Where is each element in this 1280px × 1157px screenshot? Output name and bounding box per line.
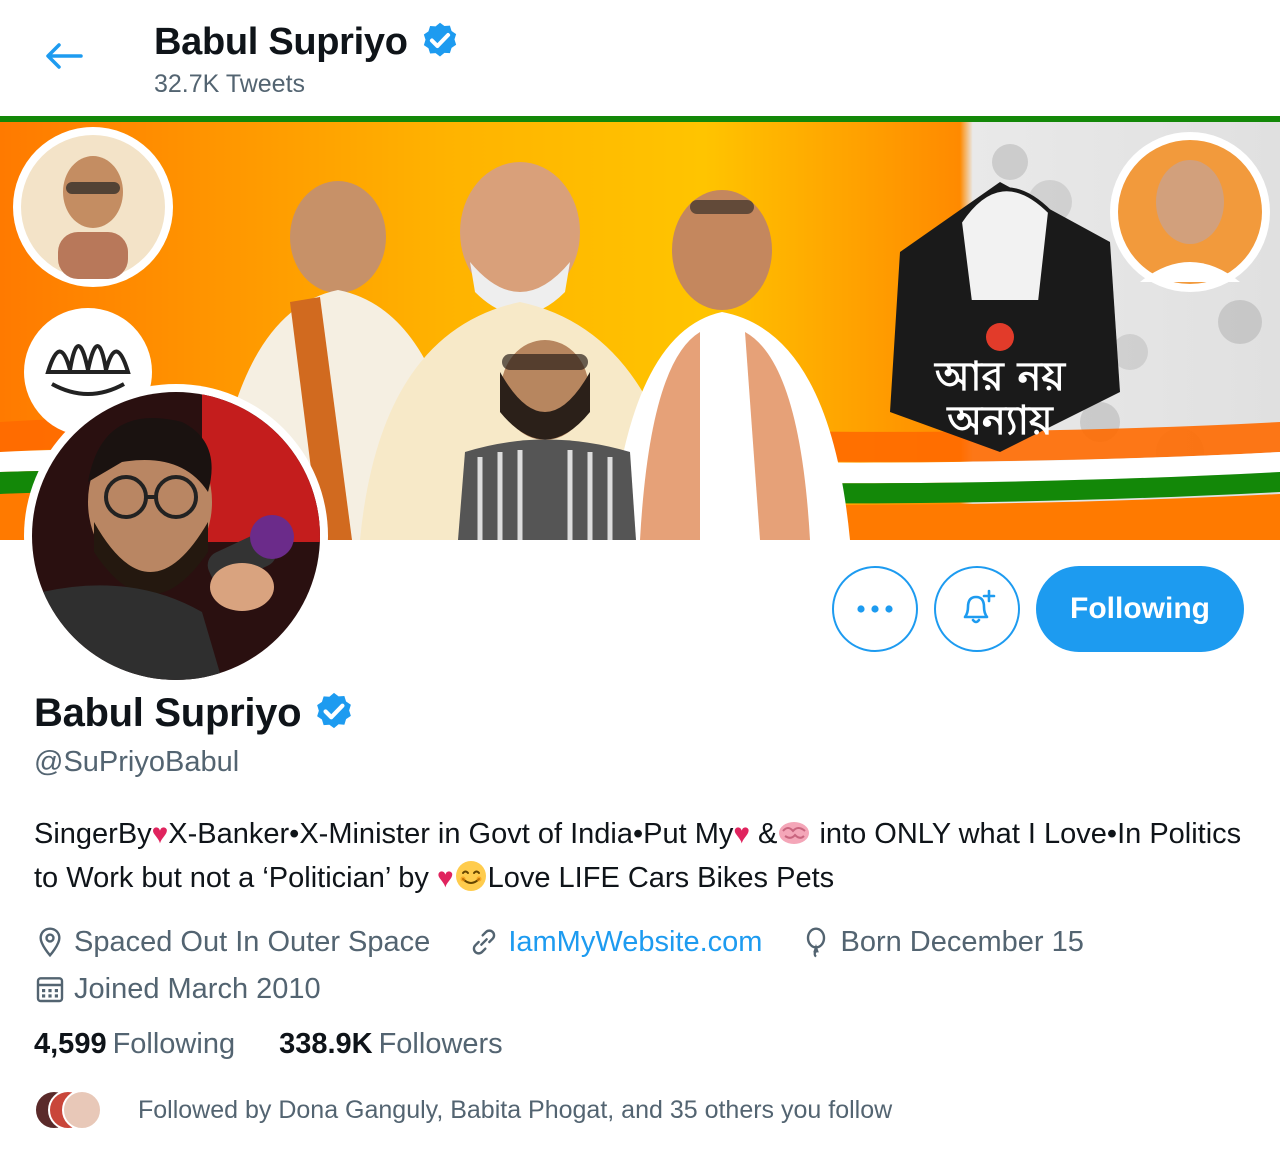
birthday-text: Born December 15 — [840, 926, 1084, 958]
followed-by-row[interactable]: Followed by Dona Ganguly, Babita Phogat,… — [34, 1090, 892, 1130]
profile-meta: Spaced Out In Outer Space IamMyWebsite.c… — [34, 922, 1244, 1009]
balloon-icon — [807, 927, 826, 958]
profile-name-row: Babul Supriyo — [34, 690, 357, 736]
verified-badge-icon — [317, 692, 352, 729]
profile-header: Babul Supriyo 32.7K Tweets — [0, 0, 1280, 116]
follow-counts: 4,599 Following 338.9K Followers — [34, 1028, 503, 1061]
tweet-count: 32.7K Tweets — [154, 70, 306, 98]
more-icon — [857, 605, 893, 613]
header-name-row: Babul Supriyo — [154, 20, 462, 64]
followers-count: 338.9K — [279, 1028, 373, 1060]
heart-icon: ♥ — [436, 862, 454, 893]
verified-badge-icon — [423, 22, 456, 57]
profile-avatar[interactable] — [24, 384, 328, 688]
heart-icon: ♥ — [733, 818, 750, 849]
followers-label: Followers — [378, 1028, 503, 1060]
followed-by-text: Followed by Dona Ganguly, Babita Phogat,… — [138, 1095, 893, 1124]
bio-text: SingerBy — [34, 818, 152, 850]
bio-text: & — [749, 818, 778, 850]
profile-location: Spaced Out In Outer Space — [34, 922, 430, 962]
location-pin-icon — [39, 927, 61, 958]
joined-text: Joined March 2010 — [74, 973, 321, 1005]
bell-plus-icon — [963, 589, 996, 624]
profile-handle: @SuPriyoBabul — [34, 746, 240, 778]
profile-joined: Joined March 2010 — [34, 969, 1214, 1009]
location-text: Spaced Out In Outer Space — [74, 926, 431, 958]
banner-slogan-line1: আর নয় — [933, 354, 1066, 400]
profile-birthday: Born December 15 — [800, 922, 1084, 962]
profile-website: IamMyWebsite.com — [468, 922, 762, 962]
following-count: 4,599 — [34, 1028, 107, 1060]
smiling-face-icon — [455, 861, 486, 891]
brain-icon — [779, 822, 810, 844]
more-button[interactable] — [832, 566, 919, 652]
back-button[interactable] — [38, 36, 88, 76]
avatar — [62, 1090, 102, 1130]
link-icon — [473, 929, 496, 955]
calendar-icon — [36, 977, 64, 1003]
profile-bio: SingerBy♥X-Banker•X-Minister in Govt of … — [34, 812, 1244, 900]
followers-count-link[interactable]: 338.9K Followers — [279, 1028, 503, 1061]
bio-text: Love LIFE Cars Bikes Pets — [487, 862, 835, 894]
heart-icon: ♥ — [151, 818, 169, 849]
avatar-image — [32, 392, 320, 680]
profile-actions: Following — [832, 566, 1244, 652]
following-button[interactable]: Following — [1036, 566, 1244, 652]
followed-by-avatars — [34, 1090, 102, 1130]
bio-text: X-Banker•X-Minister in Govt of India•Put… — [168, 818, 734, 850]
back-arrow-icon — [46, 43, 83, 69]
website-link[interactable]: IamMyWebsite.com — [508, 922, 762, 962]
following-label: Following — [112, 1028, 236, 1060]
notify-button[interactable] — [934, 566, 1021, 652]
banner-slogan-line2: অন্যায় — [945, 398, 1054, 444]
following-count-link[interactable]: 4,599 Following — [34, 1028, 235, 1061]
header-name: Babul Supriyo — [154, 20, 408, 63]
profile-name: Babul Supriyo — [34, 690, 302, 735]
